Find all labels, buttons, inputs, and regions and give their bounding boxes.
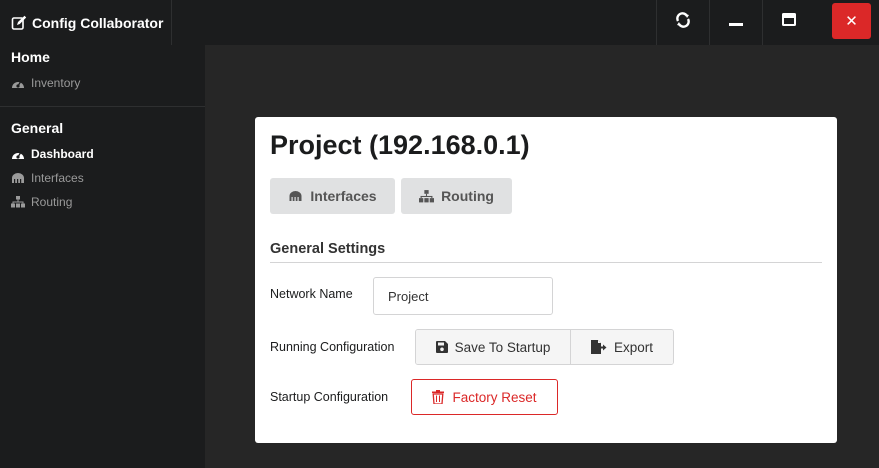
network-name-input[interactable] — [373, 277, 553, 315]
close-button[interactable]: ✕ — [832, 3, 871, 39]
interfaces-button[interactable]: Interfaces — [270, 178, 395, 214]
export-label: Export — [613, 339, 654, 355]
sidebar-header-general: General — [11, 120, 64, 136]
sidebar-item-label: Inventory — [31, 76, 81, 90]
running-configuration-buttons: Save To Startup Export — [415, 329, 674, 365]
dashboard-icon — [11, 77, 25, 89]
minimize-icon — [729, 13, 743, 32]
sidebar-item-label: Routing — [31, 195, 73, 209]
factory-reset-label: Factory Reset — [452, 389, 537, 405]
section-title: General Settings — [270, 241, 386, 257]
page-title: Project (192.168.0.1) — [270, 130, 530, 160]
save-to-startup-button[interactable]: Save To Startup — [416, 330, 571, 364]
sitemap-icon — [419, 189, 435, 203]
startup-configuration-label: Startup Configuration — [270, 390, 389, 404]
close-icon: ✕ — [845, 13, 858, 30]
sidebar-item-routing[interactable]: Routing — [11, 195, 72, 209]
minimize-button[interactable] — [709, 0, 762, 45]
network-name-label: Network Name — [270, 287, 353, 301]
project-card: Project (192.168.0.1) Interfaces Routing… — [255, 117, 837, 443]
section-divider — [270, 262, 822, 263]
sitemap-icon — [11, 196, 25, 208]
sidebar: Home Inventory General Dashboard Interfa… — [0, 45, 205, 468]
sync-icon — [675, 12, 691, 33]
sidebar-item-label: Dashboard — [31, 147, 94, 161]
export-button[interactable]: Export — [571, 330, 673, 364]
interfaces-button-label: Interfaces — [310, 188, 377, 204]
sidebar-item-inventory[interactable]: Inventory — [11, 76, 80, 90]
sidebar-item-interfaces[interactable]: Interfaces — [11, 171, 84, 185]
window-maximize-icon — [782, 13, 796, 32]
app-title-text: Config Collaborator — [32, 14, 164, 31]
file-export-icon — [590, 340, 607, 354]
main-content: Project (192.168.0.1) Interfaces Routing… — [205, 45, 879, 468]
sidebar-divider — [0, 106, 205, 107]
sync-button[interactable] — [656, 0, 709, 45]
edit-icon — [11, 15, 27, 31]
sidebar-item-dashboard[interactable]: Dashboard — [11, 147, 94, 161]
factory-reset-button[interactable]: Factory Reset — [411, 379, 558, 415]
save-icon — [435, 341, 448, 353]
title-bar: Config Collaborator ✕ — [0, 0, 879, 45]
sidebar-item-label: Interfaces — [31, 171, 84, 185]
app-title: Config Collaborator — [0, 0, 172, 45]
sidebar-header-home: Home — [11, 49, 50, 65]
network-port-icon — [11, 172, 25, 184]
save-to-startup-label: Save To Startup — [454, 339, 551, 355]
network-port-icon — [288, 190, 303, 202]
trash-icon — [432, 390, 445, 404]
routing-button[interactable]: Routing — [401, 178, 512, 214]
routing-button-label: Routing — [441, 188, 494, 204]
running-configuration-label: Running Configuration — [270, 340, 395, 354]
maximize-button[interactable] — [762, 0, 815, 45]
dashboard-icon — [11, 148, 25, 160]
